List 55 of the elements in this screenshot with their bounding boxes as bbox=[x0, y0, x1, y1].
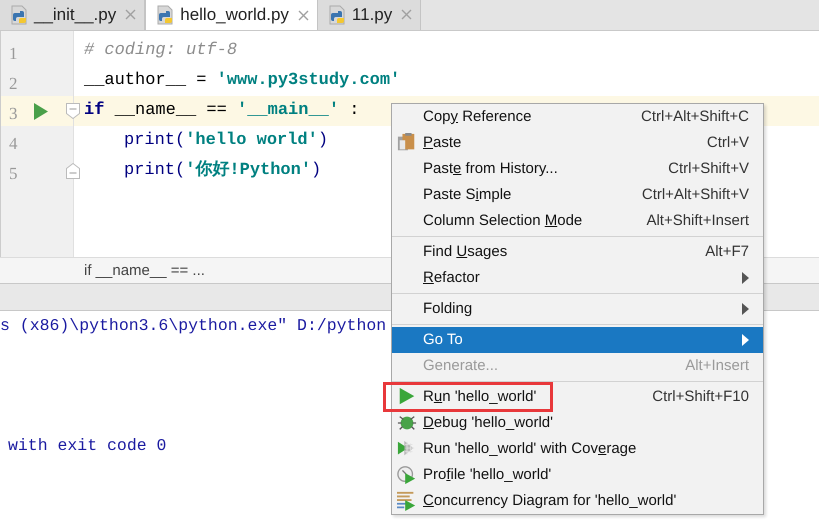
menu-item[interactable]: Paste Simple Ctrl+Alt+Shift+V bbox=[392, 182, 763, 208]
run-icon bbox=[397, 387, 417, 407]
menu-item[interactable]: Folding bbox=[392, 296, 763, 322]
python-file-icon bbox=[328, 4, 346, 24]
run-icon[interactable] bbox=[34, 103, 48, 120]
menu-item[interactable]: Paste from History... Ctrl+Shift+V bbox=[392, 156, 763, 182]
menu-item[interactable]: Go To bbox=[392, 327, 763, 353]
code-line: if __name__ == '__main__' : bbox=[83, 100, 360, 122]
menu-item[interactable]: Copy Reference Ctrl+Alt+Shift+C bbox=[392, 104, 763, 130]
shortcut-label: Ctrl+Shift+V bbox=[668, 158, 749, 179]
shortcut-label: Ctrl+Alt+Shift+V bbox=[642, 184, 749, 205]
line-number: 3 bbox=[9, 103, 18, 125]
breadcrumb[interactable]: if __name__ == ... bbox=[84, 262, 205, 279]
line-number: 5 bbox=[9, 163, 18, 185]
bug-icon bbox=[397, 413, 417, 433]
console-output-line: with exit code 0 bbox=[7, 435, 166, 457]
code-line: # coding: utf-8 bbox=[83, 40, 238, 62]
code-line: print('hello world') bbox=[123, 130, 328, 152]
fold-icon[interactable] bbox=[66, 103, 80, 119]
file-tab[interactable]: 11.py bbox=[318, 0, 422, 30]
menu-item[interactable]: Run 'hello_world' with Coverage bbox=[392, 436, 763, 462]
menu-item[interactable]: Refactor bbox=[392, 265, 763, 291]
close-icon[interactable] bbox=[125, 9, 136, 20]
clipboard-icon bbox=[397, 133, 417, 153]
menu-item[interactable]: Paste Ctrl+V bbox=[392, 130, 763, 156]
shortcut-label: Alt+Shift+Insert bbox=[646, 210, 749, 231]
line-number: 4 bbox=[9, 133, 18, 155]
menu-item[interactable]: Debug 'hello_world' bbox=[392, 410, 763, 436]
close-icon[interactable] bbox=[401, 9, 412, 20]
console-output-line: s (x86)\python3.6\python.exe" D:/python bbox=[0, 315, 386, 337]
submenu-arrow-icon bbox=[742, 303, 749, 315]
line-number: 2 bbox=[9, 73, 18, 95]
highlight-frame: Run 'hello_world' bbox=[383, 382, 554, 412]
menu-item[interactable]: Concurrency Diagram for 'hello_world' bbox=[392, 488, 763, 514]
menu-item[interactable]: Profile 'hello_world' bbox=[392, 462, 763, 488]
submenu-arrow-icon bbox=[742, 334, 749, 346]
code-line: __author__ = 'www.py3study.com' bbox=[83, 70, 400, 92]
code-line: print('你好!Python') bbox=[123, 159, 322, 182]
shortcut-label: Ctrl+Shift+F10 bbox=[652, 386, 749, 407]
file-tab[interactable]: hello_world.py bbox=[145, 0, 318, 30]
python-file-icon bbox=[10, 4, 28, 24]
shortcut-label: Ctrl+V bbox=[706, 132, 749, 153]
submenu-arrow-icon bbox=[742, 272, 749, 284]
menu-item[interactable]: Find Usages Alt+F7 bbox=[392, 239, 763, 265]
python-file-icon bbox=[156, 5, 174, 25]
menu-item[interactable]: Column Selection Mode Alt+Shift+Insert bbox=[392, 208, 763, 234]
concurrency-diagram-icon bbox=[397, 491, 417, 511]
shortcut-label: Alt+F7 bbox=[705, 242, 749, 262]
shortcut-label: Alt+Insert bbox=[685, 356, 749, 376]
file-tab[interactable]: __init__.py bbox=[0, 0, 146, 30]
close-icon[interactable] bbox=[298, 10, 309, 20]
shortcut-label: Ctrl+Alt+Shift+C bbox=[641, 106, 749, 127]
profile-icon bbox=[397, 465, 417, 485]
fold-icon[interactable] bbox=[66, 163, 80, 179]
line-number: 1 bbox=[9, 43, 18, 65]
